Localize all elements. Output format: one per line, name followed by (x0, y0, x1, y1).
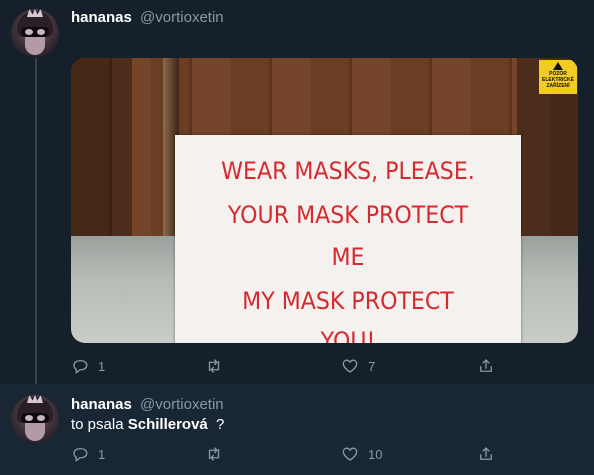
tweet[interactable]: hananas @vortioxetin POZOR ELEKTRICKÉ ZA… (0, 0, 594, 384)
like-button[interactable]: 10 (341, 444, 382, 464)
like-count: 7 (368, 358, 376, 374)
tweet-text: to psala Schillerová ? (71, 416, 224, 434)
reply-count: 1 (98, 446, 106, 462)
like-count: 10 (368, 446, 383, 462)
reply-icon (73, 448, 88, 462)
tweet[interactable]: hananas @vortioxetin to psala Schillerov… (0, 384, 594, 475)
like-button[interactable]: 7 (341, 356, 375, 376)
share-icon (480, 447, 492, 460)
avatar[interactable] (11, 9, 59, 57)
sign-line: ME (331, 243, 365, 271)
like-icon (342, 447, 358, 461)
warning-icon (553, 62, 563, 70)
user-handle[interactable]: @vortioxetin (140, 396, 224, 413)
reply-icon (73, 360, 88, 374)
tweet-text-part: ? (215, 416, 225, 433)
user-handle[interactable]: @vortioxetin (140, 9, 224, 26)
sign-line: YOU! (320, 327, 376, 343)
retweet-button[interactable] (205, 356, 232, 376)
tweet-header: hananas @vortioxetin (71, 9, 224, 27)
retweet-icon (208, 359, 220, 373)
display-name[interactable]: hananas (71, 396, 132, 413)
reply-button[interactable]: 1 (71, 356, 105, 376)
sign-line: YOUR MASK PROTECT (227, 201, 469, 229)
tweet-header: hananas @vortioxetin (71, 396, 224, 414)
mask-sign: WEAR MASKS, PLEASE. YOUR MASK PROTECT ME… (175, 135, 521, 343)
share-button[interactable] (477, 444, 495, 464)
tweet-text-part: to psala (71, 416, 124, 433)
tweet-text-bold: Schillerová (127, 416, 208, 433)
avatar[interactable] (11, 395, 59, 443)
like-icon (342, 359, 358, 373)
retweet-icon (208, 447, 220, 461)
tweet-actions: 1 7 (71, 356, 521, 376)
sign-line: WEAR MASKS, PLEASE. (221, 157, 475, 185)
warning-line: ZAŘÍZENÍ (546, 83, 570, 89)
retweet-button[interactable] (205, 444, 232, 464)
share-icon (480, 359, 492, 372)
reply-count: 1 (98, 358, 106, 374)
reply-button[interactable]: 1 (71, 444, 105, 464)
sign-line: MY MASK PROTECT (242, 287, 454, 315)
tweet-photo[interactable]: POZOR ELEKTRICKÉ ZAŘÍZENÍ WEAR MASKS, PL… (71, 58, 578, 343)
electrical-warning-label: POZOR ELEKTRICKÉ ZAŘÍZENÍ (539, 60, 577, 94)
share-button[interactable] (477, 356, 495, 376)
display-name[interactable]: hananas (71, 9, 132, 26)
tweet-actions: 1 10 (71, 444, 521, 464)
